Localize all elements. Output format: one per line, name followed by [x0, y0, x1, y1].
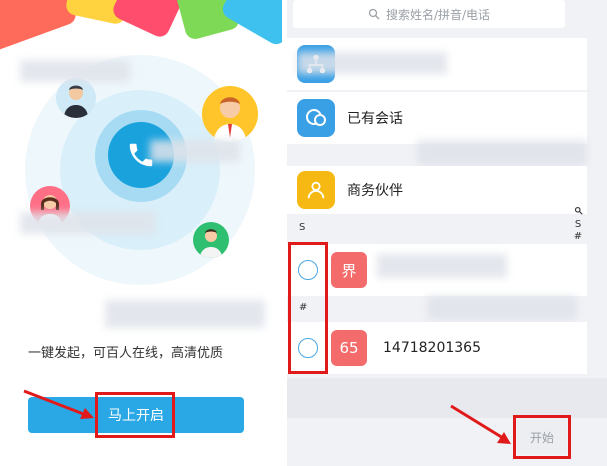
blurred-watermark: [427, 296, 577, 320]
annotation-arrow: [450, 404, 511, 444]
section-header: S: [299, 222, 306, 233]
index-letter[interactable]: #: [571, 231, 585, 243]
search-bar[interactable]: 搜索姓名/拼音/电话: [293, 0, 565, 28]
search-icon: [368, 8, 380, 20]
intro-panel: 一键发起，可百人在线，高清优质 马上开启: [0, 0, 282, 466]
alphabet-index-bar[interactable]: S #: [571, 206, 585, 243]
blurred-watermark: [150, 140, 240, 162]
search-index-icon[interactable]: [571, 206, 585, 219]
contact-picker-panel: 搜索姓名/拼音/电话 已有会话 商务伙伴 S 界 # 65 1471820136…: [287, 0, 607, 466]
chat-bubble-icon: [297, 99, 335, 137]
avatar: [56, 78, 96, 118]
blurred-watermark: [417, 140, 587, 166]
blurred-watermark: [377, 254, 507, 278]
avatar: [193, 222, 229, 258]
contact-badge: 65: [331, 330, 367, 366]
blurred-watermark: [297, 52, 447, 74]
row-label: 已有会话: [347, 111, 403, 127]
blurred-watermark: [20, 60, 130, 82]
row-label: 商务伙伴: [347, 183, 403, 199]
search-placeholder: 搜索姓名/拼音/电话: [385, 7, 491, 22]
contact-row[interactable]: 65 14718201365: [287, 322, 587, 374]
index-letter[interactable]: S: [571, 219, 585, 231]
feature-description: 一键发起，可百人在线，高清优质: [28, 346, 224, 361]
blurred-watermark: [20, 212, 155, 234]
highlight-box: [95, 392, 175, 438]
highlight-box: [513, 415, 571, 459]
contact-badge: 界: [331, 252, 367, 288]
annotation-arrow: [23, 389, 94, 419]
highlight-box: [288, 242, 328, 374]
blurred-watermark: [105, 300, 265, 328]
existing-sessions-row[interactable]: 已有会话: [287, 92, 587, 144]
business-partner-row[interactable]: 商务伙伴: [287, 166, 587, 214]
partner-icon: [297, 171, 335, 209]
avatar: [202, 86, 258, 142]
contact-name: 14718201365: [383, 340, 481, 356]
